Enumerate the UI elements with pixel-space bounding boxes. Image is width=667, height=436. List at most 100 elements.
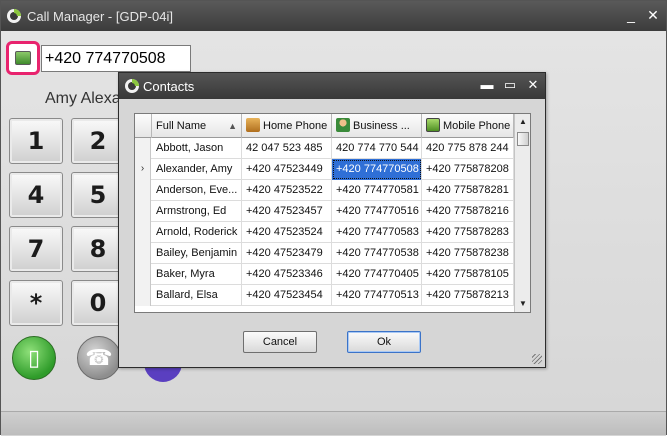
cell-business-phone-selected[interactable]: +420 774770508: [332, 159, 422, 180]
column-home-phone-label: Home Phone: [263, 120, 328, 132]
table-row[interactable]: Bailey, Benjamin +420 47523479 +420 7747…: [135, 243, 514, 264]
key-8[interactable]: 8: [71, 226, 125, 272]
table-row[interactable]: Ballard, Elsa +420 47523454 +420 7747705…: [135, 285, 514, 306]
column-business-phone[interactable]: Business ...: [332, 114, 422, 138]
scroll-up-icon[interactable]: ▲: [515, 114, 530, 130]
sort-ascending-icon: ▲: [228, 121, 237, 131]
column-mobile-phone-label: Mobile Phone: [443, 120, 511, 132]
scroll-thumb[interactable]: [517, 132, 529, 146]
table-row[interactable]: Baker, Myra +420 47523346 +420 774770405…: [135, 264, 514, 285]
ok-button[interactable]: Ok: [347, 331, 421, 353]
cell-business-phone[interactable]: +420 774770581: [332, 180, 422, 201]
cell-full-name[interactable]: Abbott, Jason: [152, 138, 242, 159]
column-full-name[interactable]: Full Name ▲: [152, 114, 242, 138]
header-row-indicator: [135, 114, 152, 138]
mobile-call-icon: ▯: [27, 345, 41, 370]
contacts-grid[interactable]: Full Name ▲ Home Phone Business ... Mobi…: [134, 113, 531, 313]
row-indicator: [135, 222, 151, 243]
cell-mobile-phone[interactable]: +420 775878213: [422, 285, 514, 306]
dialog-close-button[interactable]: ✕: [525, 77, 541, 93]
row-indicator: [135, 201, 151, 222]
app-logo-icon: [7, 9, 21, 23]
cell-business-phone[interactable]: +420 774770516: [332, 201, 422, 222]
contacts-button[interactable]: [6, 41, 40, 75]
table-row[interactable]: Anderson, Eve... +420 47523522 +420 7747…: [135, 180, 514, 201]
cell-home-phone[interactable]: +420 47523454: [242, 285, 332, 306]
home-icon: [246, 118, 260, 132]
grid-rows: Abbott, Jason 42 047 523 485 420 774 770…: [135, 138, 514, 306]
row-indicator: [135, 285, 151, 306]
resize-grip-icon[interactable]: [532, 354, 542, 364]
main-title-bar[interactable]: Call Manager - [GDP-04i] _ ✕: [1, 1, 666, 31]
contacts-book-icon: [15, 51, 31, 65]
cell-business-phone[interactable]: +420 774770513: [332, 285, 422, 306]
row-indicator: [135, 180, 151, 201]
dialog-maximize-button[interactable]: ▭: [502, 77, 518, 93]
cell-home-phone[interactable]: +420 47523522: [242, 180, 332, 201]
cell-home-phone[interactable]: +420 47523346: [242, 264, 332, 285]
cell-home-phone[interactable]: +420 47523524: [242, 222, 332, 243]
app-logo-icon: [125, 79, 139, 93]
current-row-indicator: ›: [135, 159, 151, 180]
cell-mobile-phone[interactable]: +420 775878208: [422, 159, 514, 180]
status-bar: [1, 411, 666, 435]
scroll-down-icon[interactable]: ▼: [515, 296, 530, 312]
key-4[interactable]: 4: [9, 172, 63, 218]
grid-header: Full Name ▲ Home Phone Business ... Mobi…: [135, 114, 514, 138]
minimize-button[interactable]: _: [623, 7, 639, 23]
key-2[interactable]: 2: [71, 118, 125, 164]
dialog-title-bar[interactable]: Contacts ▬ ▭ ✕: [119, 73, 545, 99]
cell-home-phone[interactable]: +420 47523457: [242, 201, 332, 222]
cell-mobile-phone[interactable]: 420 775 878 244: [422, 138, 514, 159]
table-row[interactable]: Armstrong, Ed +420 47523457 +420 7747705…: [135, 201, 514, 222]
column-business-phone-label: Business ...: [353, 120, 410, 132]
close-button[interactable]: ✕: [645, 7, 661, 23]
mobile-phone-icon: [426, 118, 440, 132]
row-indicator: [135, 138, 151, 159]
cell-mobile-phone[interactable]: +420 775878281: [422, 180, 514, 201]
column-full-name-label: Full Name: [156, 120, 207, 132]
row-indicator: [135, 243, 151, 264]
cell-full-name[interactable]: Armstrong, Ed: [152, 201, 242, 222]
cell-full-name[interactable]: Alexander, Amy: [152, 159, 242, 180]
cell-full-name[interactable]: Baker, Myra: [152, 264, 242, 285]
cancel-button[interactable]: Cancel: [243, 331, 317, 353]
telephone-button[interactable]: ☎: [77, 336, 121, 380]
key-5[interactable]: 5: [71, 172, 125, 218]
cell-home-phone[interactable]: 42 047 523 485: [242, 138, 332, 159]
cell-business-phone[interactable]: +420 774770538: [332, 243, 422, 264]
dialog-minimize-button[interactable]: ▬: [479, 77, 495, 93]
contacts-dialog: Contacts ▬ ▭ ✕ Full Name ▲ Home Phone Bu…: [118, 72, 546, 368]
cell-mobile-phone[interactable]: +420 775878105: [422, 264, 514, 285]
key-0[interactable]: 0: [71, 280, 125, 326]
vertical-scrollbar[interactable]: ▲ ▼: [514, 114, 530, 312]
row-indicator: [135, 264, 151, 285]
cell-full-name[interactable]: Arnold, Roderick: [152, 222, 242, 243]
cell-home-phone[interactable]: +420 47523479: [242, 243, 332, 264]
table-row[interactable]: Abbott, Jason 42 047 523 485 420 774 770…: [135, 138, 514, 159]
dialog-title: Contacts: [143, 79, 195, 94]
caller-name-label: Amy Alexa: [45, 90, 121, 107]
key-7[interactable]: 7: [9, 226, 63, 272]
mobile-call-button[interactable]: ▯: [12, 336, 56, 380]
telephone-icon: ☎: [85, 345, 113, 370]
cell-full-name[interactable]: Ballard, Elsa: [152, 285, 242, 306]
column-home-phone[interactable]: Home Phone: [242, 114, 332, 138]
column-mobile-phone[interactable]: Mobile Phone: [422, 114, 514, 138]
cell-business-phone[interactable]: 420 774 770 544: [332, 138, 422, 159]
cell-full-name[interactable]: Anderson, Eve...: [152, 180, 242, 201]
business-person-icon: [336, 118, 350, 132]
cell-full-name[interactable]: Bailey, Benjamin: [152, 243, 242, 264]
cell-home-phone[interactable]: +420 47523449: [242, 159, 332, 180]
cell-business-phone[interactable]: +420 774770405: [332, 264, 422, 285]
table-row[interactable]: › Alexander, Amy +420 47523449 +420 7747…: [135, 159, 514, 180]
main-window-title: Call Manager - [GDP-04i]: [27, 9, 173, 24]
cell-mobile-phone[interactable]: +420 775878238: [422, 243, 514, 264]
cell-mobile-phone[interactable]: +420 775878216: [422, 201, 514, 222]
cell-mobile-phone[interactable]: +420 775878283: [422, 222, 514, 243]
phone-number-input[interactable]: [41, 45, 191, 72]
table-row[interactable]: Arnold, Roderick +420 47523524 +420 7747…: [135, 222, 514, 243]
cell-business-phone[interactable]: +420 774770583: [332, 222, 422, 243]
key-star[interactable]: *: [9, 280, 63, 326]
key-1[interactable]: 1: [9, 118, 63, 164]
